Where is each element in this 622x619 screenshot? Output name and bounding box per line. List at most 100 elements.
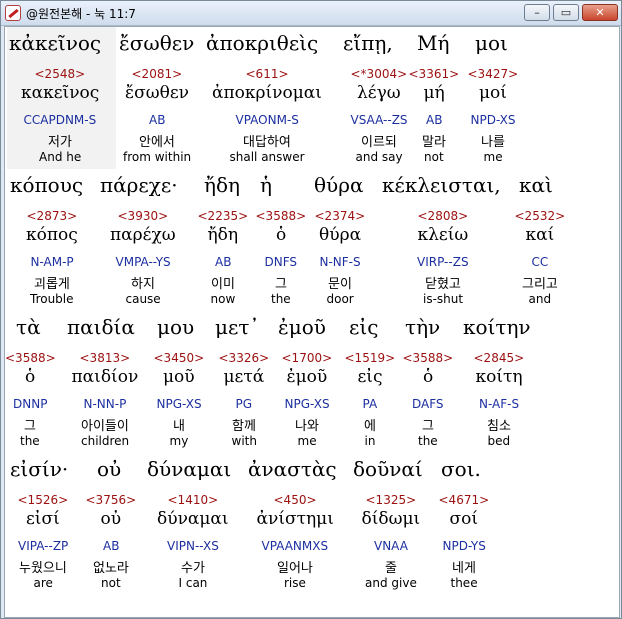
- strong-number[interactable]: <4671>: [439, 493, 490, 507]
- strong-number[interactable]: <3427>: [468, 67, 519, 81]
- lemma: ὁ: [25, 367, 36, 387]
- strong-number[interactable]: <611>: [246, 67, 289, 81]
- strong-number[interactable]: <3588>: [403, 351, 454, 365]
- greek-word[interactable]: κόπους: [10, 173, 83, 197]
- greek-word[interactable]: οὐ: [97, 457, 121, 481]
- morph-code: VPAONM-S: [235, 113, 299, 127]
- lemma: δίδωμι: [361, 509, 421, 529]
- greek-word[interactable]: ἤδη: [204, 173, 240, 197]
- strong-number[interactable]: <450>: [274, 493, 317, 507]
- greek-word[interactable]: πάρεχε·: [100, 173, 178, 197]
- strong-number[interactable]: <2873>: [27, 209, 78, 223]
- korean-gloss: 내: [173, 419, 185, 434]
- strong-number[interactable]: <3326>: [219, 351, 270, 365]
- korean-gloss: 나를: [481, 135, 505, 150]
- korean-gloss: 이르되: [361, 135, 397, 150]
- lemma: ἔσωθεν: [125, 83, 189, 103]
- morph-code: VPAANMXS: [261, 539, 329, 553]
- lemma: κοίτη: [475, 367, 523, 387]
- greek-word[interactable]: ἔσωθεν: [119, 31, 194, 55]
- strong-number[interactable]: <2808>: [418, 209, 469, 223]
- english-gloss: children: [81, 434, 130, 448]
- greek-word[interactable]: εἰσίν·: [10, 457, 68, 481]
- greek-word[interactable]: δύναμαι: [147, 457, 231, 481]
- english-gloss: my: [169, 434, 189, 448]
- lemma: δύναμαι: [157, 509, 229, 529]
- lemma: παιδίον: [71, 367, 139, 387]
- lemma: καί: [525, 225, 555, 245]
- greek-word[interactable]: καὶ: [519, 173, 553, 197]
- strong-number[interactable]: <3930>: [118, 209, 169, 223]
- english-gloss: is-shut: [423, 292, 464, 306]
- english-gloss: in: [364, 434, 376, 448]
- strong-number[interactable]: <2532>: [515, 209, 566, 223]
- greek-word[interactable]: εἴπῃ,: [343, 31, 393, 55]
- strong-number[interactable]: <3756>: [86, 493, 137, 507]
- greek-word[interactable]: μετ᾽: [215, 315, 259, 339]
- morph-code: AB: [149, 113, 166, 127]
- morph-code: DNFS: [264, 255, 298, 269]
- morph-code: CC: [531, 255, 549, 269]
- english-gloss: the: [20, 434, 40, 448]
- english-gloss: thee: [450, 576, 478, 590]
- verse-line: τὰ <3588> ὁ DNNP 그 the παιδία <3813> παιδίον N-NN…: [5, 315, 619, 457]
- greek-word[interactable]: ἀποκριθεὶς: [206, 31, 318, 55]
- strong-number[interactable]: <1519>: [345, 351, 396, 365]
- greek-word[interactable]: μου: [157, 315, 194, 339]
- korean-gloss: 일어나: [277, 561, 313, 576]
- english-gloss: and: [528, 292, 552, 306]
- greek-word[interactable]: δοῦναί: [353, 457, 423, 481]
- morph-code: VNAA: [374, 539, 408, 553]
- lemma: εἰσί: [26, 509, 60, 529]
- strong-number[interactable]: <2845>: [474, 351, 525, 365]
- strong-number[interactable]: <1325>: [366, 493, 417, 507]
- window-title: @원전본해 - 눅 11:7: [26, 7, 136, 21]
- greek-word[interactable]: ἐμοῦ: [278, 315, 326, 339]
- greek-word[interactable]: κἀκεῖνος: [9, 31, 101, 55]
- greek-word[interactable]: θύρα: [314, 173, 363, 197]
- greek-word[interactable]: εἰς: [349, 315, 378, 339]
- minimize-button[interactable]: –: [524, 4, 550, 21]
- korean-gloss: 없노라: [93, 561, 129, 576]
- maximize-button[interactable]: ▭: [553, 4, 579, 21]
- morph-code: VIPA--ZP: [18, 539, 69, 553]
- strong-number[interactable]: <3588>: [5, 351, 56, 365]
- strong-number[interactable]: <1410>: [168, 493, 219, 507]
- strong-number[interactable]: <1700>: [282, 351, 333, 365]
- greek-word[interactable]: ἀναστὰς: [248, 457, 337, 481]
- strong-number[interactable]: <2081>: [132, 67, 183, 81]
- greek-word[interactable]: ἡ: [260, 173, 272, 197]
- strong-number[interactable]: <3361>: [409, 67, 460, 81]
- korean-gloss: 침소: [487, 419, 511, 434]
- strong-number[interactable]: <3450>: [154, 351, 205, 365]
- lemma: κλείω: [417, 225, 469, 245]
- english-gloss: and give: [365, 576, 417, 590]
- lemma: λέγω: [357, 83, 401, 103]
- strong-number[interactable]: <3588>: [256, 209, 307, 223]
- strong-number[interactable]: <3813>: [80, 351, 131, 365]
- greek-word[interactable]: κοίτην: [463, 315, 531, 339]
- strong-number[interactable]: <2235>: [198, 209, 249, 223]
- greek-word[interactable]: μοι: [475, 31, 508, 55]
- english-gloss: And he: [39, 150, 82, 164]
- strong-number[interactable]: <2548>: [35, 67, 86, 81]
- morph-code: N-NN-P: [83, 397, 127, 411]
- korean-gloss: 그리고: [522, 277, 558, 292]
- interlinear-view[interactable]: κἀκεῖνος <2548> κακεῖνος CCAPDNM-S 저가 And he ἔ…: [4, 26, 620, 618]
- english-gloss: door: [326, 292, 354, 306]
- english-gloss: with: [231, 434, 257, 448]
- greek-word[interactable]: τὰ: [16, 315, 41, 339]
- strong-number[interactable]: <*3004>: [351, 67, 408, 81]
- morph-code: VIRP--ZS: [417, 255, 469, 269]
- korean-gloss: 함께: [232, 419, 256, 434]
- greek-word[interactable]: τὴν: [405, 315, 440, 339]
- title-bar[interactable]: @원전본해 - 눅 11:7 – ▭ ✕: [1, 1, 621, 26]
- greek-word[interactable]: Μή: [417, 31, 449, 55]
- lemma: ἀποκρίνομαι: [212, 83, 322, 103]
- greek-word[interactable]: σοι.: [441, 457, 481, 481]
- greek-word[interactable]: παιδία: [67, 315, 135, 339]
- close-button[interactable]: ✕: [582, 4, 618, 21]
- greek-word[interactable]: κέκλεισται,: [382, 173, 501, 197]
- strong-number[interactable]: <1526>: [18, 493, 69, 507]
- strong-number[interactable]: <2374>: [315, 209, 366, 223]
